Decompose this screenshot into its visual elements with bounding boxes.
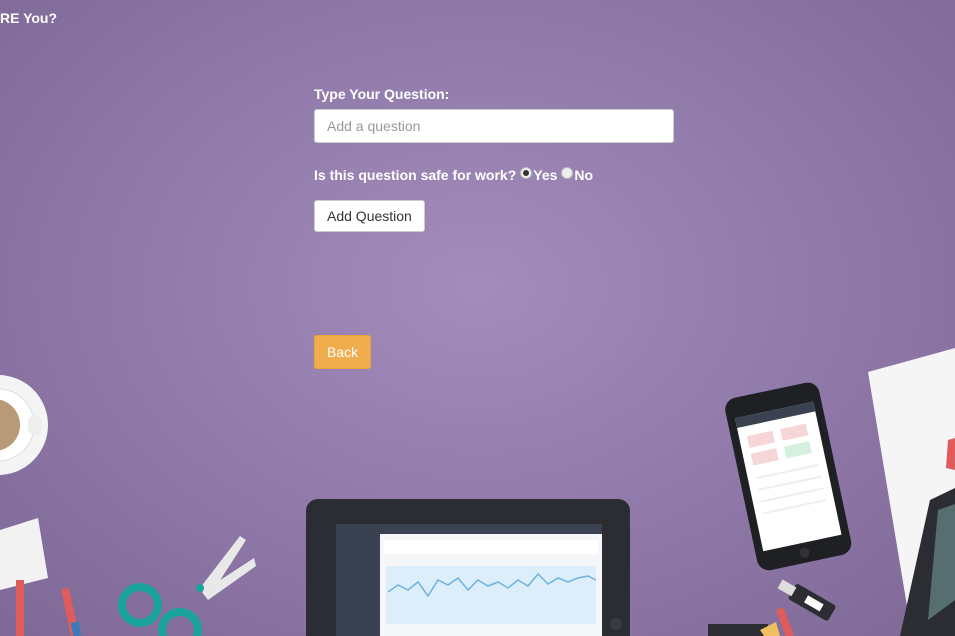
- paper-sheet-icon: [868, 348, 955, 636]
- sfw-yes-radio[interactable]: [520, 167, 533, 179]
- question-input[interactable]: [314, 109, 674, 143]
- notebook-icon: [0, 518, 48, 636]
- add-question-button[interactable]: Add Question: [314, 200, 425, 232]
- phone-icon: [725, 382, 852, 571]
- sfw-no-label: No: [574, 167, 594, 183]
- sfw-yes-label: Yes: [533, 167, 558, 183]
- site-title: RE You?: [0, 10, 58, 26]
- pen-icon: [61, 587, 82, 636]
- coffee-cup-icon: [0, 375, 48, 475]
- back-button[interactable]: Back: [314, 335, 371, 369]
- glasses-icon: [900, 488, 955, 636]
- tablet-icon: [306, 499, 630, 636]
- question-label: Type Your Question:: [314, 86, 450, 102]
- sfw-label: Is this question safe for work?: [314, 167, 517, 183]
- usb-drive-icon: [777, 579, 836, 621]
- scissors-icon: [118, 536, 256, 636]
- question-form: Type Your Question: Is this question saf…: [314, 86, 674, 232]
- ruler-icon: [708, 607, 794, 636]
- sfw-row: Is this question safe for work? Yes No: [314, 167, 674, 183]
- sfw-no-radio[interactable]: [561, 167, 574, 179]
